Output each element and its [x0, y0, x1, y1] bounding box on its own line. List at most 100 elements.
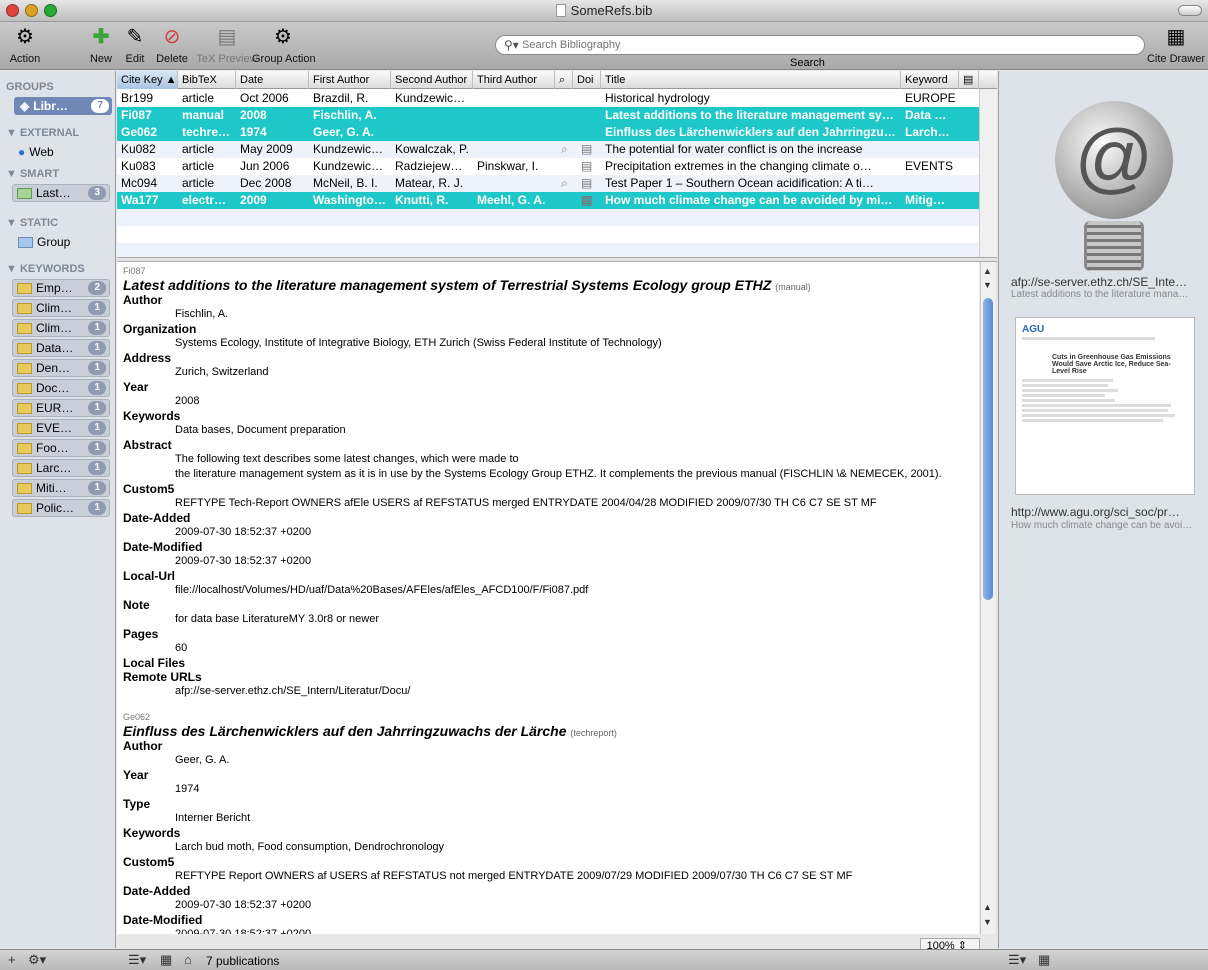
drawer-item-url[interactable]: afp://se-server.ethz.ch/SE_Inte… [1011, 275, 1187, 289]
delete-button[interactable]: ⊘ Delete [152, 24, 192, 68]
action-button[interactable]: ⚙ Action [4, 24, 46, 68]
table-row[interactable]: Br199 article Oct 2006 Brazdil, R. Kundzewic… [117, 90, 979, 107]
field-name: Pages [123, 627, 159, 641]
drawer-grid-view-button[interactable]: ▦ [1038, 952, 1050, 968]
keyword-label: Emp… [36, 281, 73, 295]
col-bibtex[interactable]: BibTeX [178, 71, 236, 89]
field-value: REFTYPE Tech-Report OWNERS afEle USERS a… [175, 497, 877, 509]
add-group-button[interactable]: + [8, 952, 16, 967]
edit-label: Edit [125, 53, 145, 65]
sidebar-item-keyword[interactable]: Doc… 1 [12, 379, 110, 397]
sidebar-item-keyword[interactable]: Clim… 1 [12, 299, 110, 317]
cell-key: Ku082 [121, 142, 156, 156]
search-input[interactable] [522, 38, 1122, 52]
file-icon[interactable]: ▤ [577, 192, 592, 209]
table-row[interactable]: Wa177 electr… 2009 Washingto… Knutti, R. Meeh… [117, 192, 979, 209]
scroll-down-arrow-icon[interactable]: ▼ [983, 917, 992, 927]
gear-menu-button[interactable]: ⚙▾ [28, 952, 46, 968]
cell-type: article [182, 91, 215, 105]
paperclip-icon[interactable]: ⌕ [557, 141, 568, 158]
field-name: Date-Modified [123, 540, 203, 554]
sidebar-item-keyword[interactable]: EVE… 1 [12, 419, 110, 437]
sidebar-item-keyword[interactable]: Den… 1 [12, 359, 110, 377]
cell-key: Ku083 [121, 159, 156, 173]
cell-kw: Mitig… [905, 193, 945, 207]
paperclip-icon[interactable]: ⌕ [557, 175, 568, 192]
cite-drawer-button[interactable]: ▦ Cite Drawer [1146, 24, 1206, 68]
sidebar-item-keyword[interactable]: EUR… 1 [12, 399, 110, 417]
cell-date: Dec 2008 [240, 176, 292, 190]
keywords-header[interactable]: ▼ KEYWORDS [6, 263, 85, 275]
sidebar-item-keyword[interactable]: Data… 1 [12, 339, 110, 357]
field-name: Year [123, 380, 149, 394]
col-third-author[interactable]: Third Author [473, 71, 555, 89]
file-icon[interactable]: ▤ [577, 141, 592, 158]
drawer-list-view-button[interactable]: ☰▾ [1008, 952, 1026, 968]
table-row[interactable]: Ge062 techre… 1974 Geer, G. A. Einfluss des … [117, 124, 979, 141]
col-title[interactable]: Title [601, 71, 901, 89]
pencil-icon: ✎ [126, 26, 144, 48]
sidebar-item-library[interactable]: ◈ Libr… 7 [14, 97, 112, 115]
file-icon[interactable]: ▤ [577, 175, 592, 192]
cell-type: article [182, 176, 215, 190]
col-doi[interactable]: Doi [573, 71, 601, 89]
table-scrollbar[interactable] [979, 89, 997, 257]
search-field[interactable]: ⚲▾ [495, 35, 1145, 55]
scroll-down-arrow-icon[interactable]: ▼ [983, 280, 992, 290]
keyword-label: Den… [36, 361, 71, 375]
sidebar-item-keyword[interactable]: Miti… 1 [12, 479, 110, 497]
col-first-author[interactable]: First Author [309, 71, 391, 89]
table-row[interactable]: Ku082 article May 2009 Kundzewic… Kowalczak,… [117, 141, 979, 158]
sidebar-item-web[interactable]: ● Web [18, 143, 54, 161]
sidebar-item-last-import[interactable]: Last… 3 [12, 184, 110, 202]
external-header[interactable]: ▼ EXTERNAL [6, 127, 79, 139]
link-button[interactable]: ⌂ [184, 952, 192, 967]
close-window-button[interactable] [6, 4, 19, 17]
minimize-window-button[interactable] [25, 4, 38, 17]
cell-a2 [391, 124, 473, 141]
toolbar-toggle-button[interactable] [1178, 5, 1202, 16]
sidebar-item-keyword[interactable]: Emp… 2 [12, 279, 110, 297]
new-button[interactable]: ✚ New [84, 24, 118, 68]
static-header[interactable]: ▼ STATIC [6, 217, 58, 229]
tex-preview-button[interactable]: ▤ TeX Preview [196, 24, 258, 68]
col-keyword[interactable]: Keyword [901, 71, 959, 89]
sidebar-item-keyword[interactable]: Clim… 1 [12, 319, 110, 337]
table-row[interactable]: Fi087 manual 2008 Fischlin, A. Latest additi… [117, 107, 979, 124]
table-row[interactable]: Mc094 article Dec 2008 McNeil, B. I. Matear,… [117, 175, 979, 192]
cell-type: article [182, 142, 215, 156]
field-value: Larch bud moth, Food consumption, Dendro… [175, 841, 445, 853]
scroll-thumb[interactable] [983, 298, 993, 600]
scroll-up-arrow-icon[interactable]: ▲ [983, 266, 992, 276]
field-value: REFTYPE Report OWNERS af USERS af REFSTA… [175, 870, 853, 882]
smart-header[interactable]: ▼ SMART [6, 168, 59, 180]
document-icon [555, 4, 566, 17]
file-icon[interactable]: ▤ [577, 158, 592, 175]
col-attachment[interactable]: ⌕ [555, 71, 573, 89]
webpage-thumbnail[interactable]: AGU Cuts in Greenhouse Gas Emissions Wou… [1015, 317, 1195, 495]
gear-icon: ⚙▾ [28, 952, 47, 967]
sidebar-item-group[interactable]: Group [18, 233, 70, 251]
col-date[interactable]: Date [236, 71, 309, 89]
group-action-button[interactable]: ⚙ Group Action [252, 24, 316, 68]
sidebar-item-keyword[interactable]: Larc… 1 [12, 459, 110, 477]
cell-date: Oct 2006 [240, 91, 289, 105]
scroll-up-arrow-icon[interactable]: ▲ [983, 902, 992, 912]
drawer-item-url[interactable]: http://www.agu.org/sci_soc/pr… [1011, 505, 1180, 519]
folder-icon [17, 462, 32, 474]
list-view-button[interactable]: ☰▾ [128, 952, 146, 968]
cell-a2: Matear, R. J. [395, 176, 464, 190]
sidebar-item-keyword[interactable]: Polic… 1 [12, 499, 110, 517]
zoom-window-button[interactable] [44, 4, 57, 17]
table-row[interactable]: Ku083 article Jun 2006 Kundzewic… Radziejew…… [117, 158, 979, 175]
preview-scrollbar[interactable]: ▲ ▼ ▲ ▼ [980, 262, 995, 934]
col-cite-key[interactable]: Cite Key ▲ [117, 71, 178, 89]
folder-icon [17, 402, 32, 414]
grid-view-button[interactable]: ▦ [160, 952, 172, 968]
col-second-author[interactable]: Second Author [391, 71, 473, 89]
column-menu[interactable]: ▤ [959, 71, 979, 89]
sidebar-item-keyword[interactable]: Foo… 1 [12, 439, 110, 457]
edit-button[interactable]: ✎ Edit [122, 24, 148, 68]
publication-count: 7 publications [206, 954, 280, 968]
field-name: Author [123, 739, 163, 753]
